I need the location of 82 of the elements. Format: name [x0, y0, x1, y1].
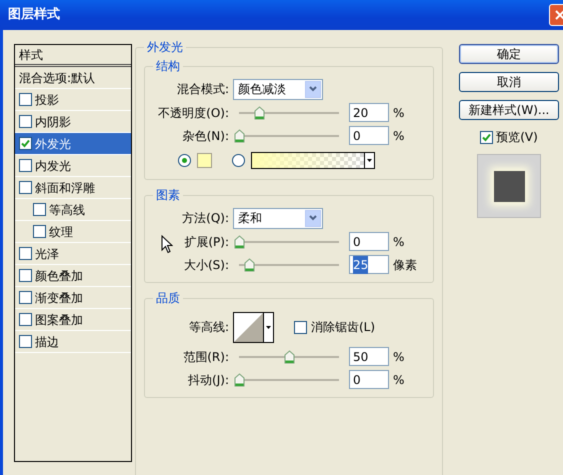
checkbox[interactable] [19, 291, 32, 304]
checkbox-label: 消除锯齿(L) [311, 319, 376, 336]
field-value: 0 [353, 128, 361, 144]
style-list-item[interactable]: 混合选项:默认 [15, 67, 131, 89]
unit-label: % [393, 104, 404, 122]
group-title: 结构 [153, 58, 183, 74]
radio-button[interactable] [178, 154, 191, 166]
unit-label: % [393, 234, 404, 250]
style-list-item[interactable]: 纹理 [15, 221, 131, 243]
dialog-button[interactable]: 确定 [459, 44, 559, 64]
checkbox[interactable] [19, 181, 32, 194]
unit-label: % [393, 128, 404, 144]
number-field[interactable]: 0 [349, 232, 389, 251]
style-list-item[interactable]: 图案叠加 [15, 309, 131, 331]
field-label: 大小(S): [184, 256, 229, 274]
field-label: 杂色(N): [182, 128, 229, 144]
style-list-item[interactable]: 内发光 [15, 155, 131, 177]
field-label: 混合模式: [176, 81, 229, 98]
slider-thumb[interactable] [234, 372, 245, 386]
unit-label: % [393, 372, 404, 388]
checkbox[interactable] [480, 130, 494, 144]
slider-thumb[interactable] [254, 106, 265, 120]
dropdown-arrow-icon [367, 158, 372, 162]
style-list-item[interactable]: 外发光 [15, 133, 131, 155]
dropdown[interactable]: 柔和 [233, 208, 323, 228]
checkbox-label: 预览(V) [496, 129, 538, 146]
field-label: 扩展(P): [184, 234, 229, 250]
checkbox[interactable] [19, 115, 32, 128]
field-label: 方法(Q): [182, 210, 229, 227]
styles-header: 样式 [15, 45, 131, 67]
contour-curve-icon [234, 312, 263, 342]
field-label: 等高线: [188, 319, 229, 336]
style-list-item[interactable]: 斜面和浮雕 [15, 177, 131, 199]
number-field[interactable]: 0 [349, 370, 389, 389]
dropdown-arrow-icon [266, 326, 271, 328]
checkbox[interactable] [19, 269, 32, 282]
unit-label: % [393, 348, 404, 366]
slider-thumb[interactable] [234, 234, 245, 248]
checkbox[interactable] [19, 159, 32, 172]
group-title: 品质 [153, 290, 183, 306]
radio-button[interactable] [232, 154, 245, 166]
field-value: 50 [353, 348, 368, 366]
field-value: 20 [353, 104, 368, 122]
field-label: 范围(R): [183, 348, 229, 366]
cursor-icon [161, 235, 173, 254]
checkbox[interactable] [19, 313, 32, 326]
number-field[interactable]: 50 [349, 347, 389, 366]
number-field[interactable]: 20 [349, 103, 389, 122]
checkbox[interactable] [294, 320, 307, 334]
slider-thumb[interactable] [284, 350, 295, 364]
checkbox[interactable] [33, 225, 46, 238]
number-field[interactable]: 25 [349, 255, 389, 274]
slider-thumb[interactable] [244, 258, 255, 272]
field-label: 抖动(J): [188, 372, 229, 388]
unit-label: 像素 [393, 256, 417, 274]
gradient-picker[interactable] [251, 152, 375, 168]
checkbox[interactable] [33, 203, 46, 216]
style-list-item[interactable]: 光泽 [15, 243, 131, 265]
checkbox[interactable] [19, 93, 32, 106]
group-title: 图素 [153, 187, 183, 203]
style-list-item[interactable]: 投影 [15, 89, 131, 111]
style-list-item[interactable]: 颜色叠加 [15, 265, 131, 287]
dialog-button[interactable]: 新建样式(W)... [459, 100, 559, 120]
style-list-item[interactable]: 等高线 [15, 199, 131, 221]
dialog-button[interactable]: 取消 [459, 72, 559, 92]
style-list-item[interactable]: 渐变叠加 [15, 287, 131, 309]
group-title: 外发光 [144, 39, 186, 55]
style-list-item[interactable]: 描边 [15, 331, 131, 353]
field-value: 0 [353, 234, 361, 250]
field-value: 0 [353, 372, 361, 388]
field-value: 25 [353, 256, 368, 274]
checkbox[interactable] [19, 137, 32, 150]
contour-picker[interactable] [233, 312, 274, 342]
preview-thumbnail [477, 154, 541, 218]
window-title: 图层样式 [8, 6, 60, 24]
number-field[interactable]: 0 [349, 126, 389, 145]
color-swatch[interactable] [197, 152, 212, 168]
slider-thumb[interactable] [234, 128, 245, 142]
field-label: 不透明度(O): [158, 104, 229, 122]
dropdown[interactable]: 颜色减淡 [233, 78, 323, 100]
checkbox[interactable] [19, 247, 32, 260]
checkbox[interactable] [19, 335, 32, 348]
